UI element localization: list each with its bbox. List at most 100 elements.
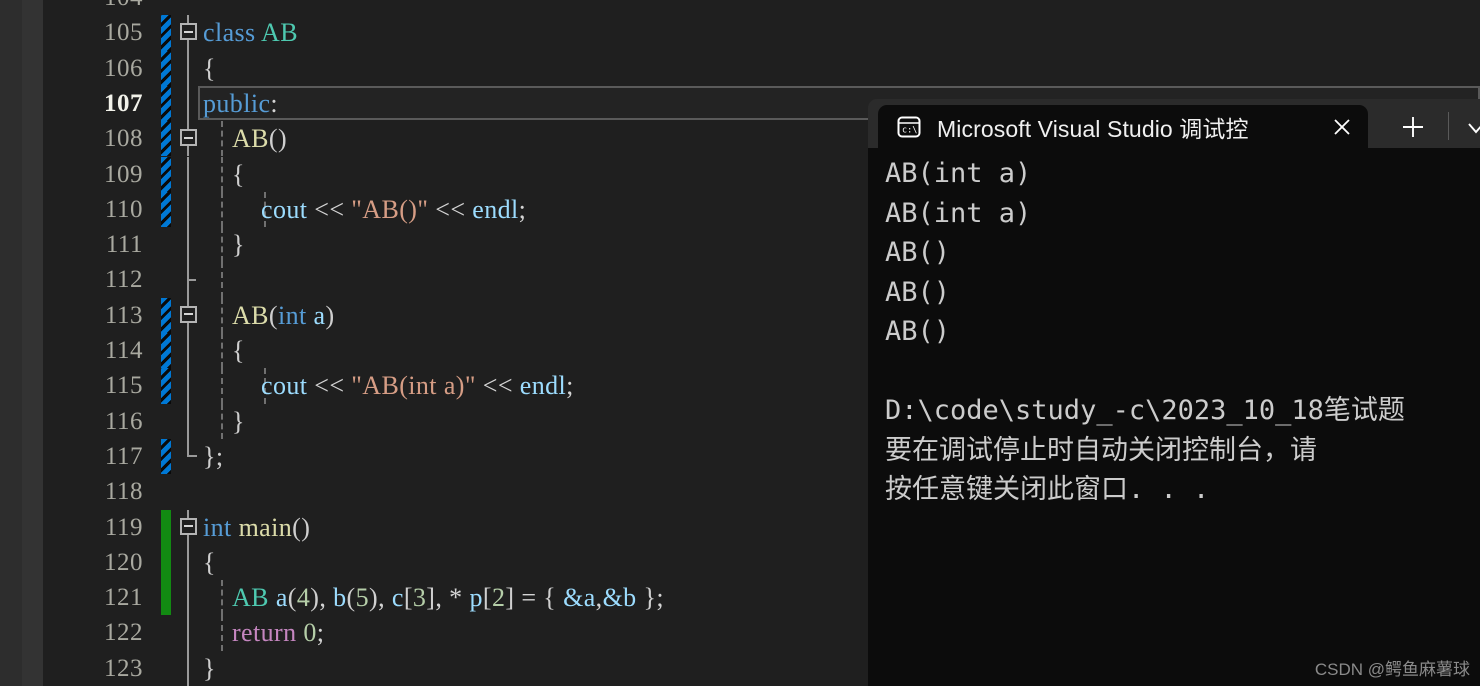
indent-guide bbox=[221, 580, 223, 616]
code-line-text: { bbox=[203, 545, 216, 580]
code-line[interactable]: 104 bbox=[43, 0, 1480, 15]
code-token: << bbox=[428, 194, 473, 224]
code-token: : bbox=[270, 88, 279, 118]
code-token: 2 bbox=[491, 583, 506, 613]
indent-guide bbox=[221, 191, 223, 228]
editor-left-margin-strip bbox=[0, 0, 22, 686]
code-token: &a bbox=[563, 583, 596, 613]
code-token: cout bbox=[261, 371, 315, 401]
indent-guide bbox=[221, 297, 223, 333]
code-line[interactable]: 106 { bbox=[43, 50, 1480, 86]
fold-collapse-icon[interactable] bbox=[180, 517, 197, 535]
code-line-text: { bbox=[203, 51, 216, 86]
code-token: << bbox=[475, 371, 520, 401]
code-token: 5 bbox=[355, 583, 369, 613]
code-token: int bbox=[203, 512, 232, 542]
line-number: 114 bbox=[104, 337, 143, 364]
fold-tree-line bbox=[187, 368, 189, 404]
code-line-text: }; bbox=[203, 439, 224, 474]
code-token: { bbox=[203, 53, 216, 83]
new-tab-icon[interactable] bbox=[1392, 109, 1434, 145]
code-token: ( bbox=[346, 583, 356, 613]
console-output-line: AB() bbox=[885, 316, 951, 347]
code-line-text: { bbox=[232, 157, 245, 192]
code-line[interactable]: 105 class AB bbox=[43, 15, 1480, 51]
line-number: 111 bbox=[105, 231, 143, 259]
line-number: 117 bbox=[104, 442, 143, 470]
code-line-text: AB a(4), b(5), c[3], * p[2] = { &a,&b }; bbox=[232, 580, 664, 615]
editor-breakpoint-gutter[interactable] bbox=[22, 0, 43, 686]
fold-tree-line bbox=[187, 333, 189, 369]
line-number: 112 bbox=[104, 266, 143, 294]
indent-guide bbox=[221, 156, 223, 192]
code-token: , bbox=[595, 583, 603, 613]
line-number: 122 bbox=[104, 619, 143, 647]
code-token: int bbox=[277, 300, 307, 330]
fold-collapse-icon[interactable] bbox=[180, 129, 197, 147]
unsaved-change-bar bbox=[161, 191, 171, 228]
chevron-down-icon[interactable] bbox=[1458, 109, 1480, 145]
code-token: 0 bbox=[303, 618, 317, 648]
code-line-text: class AB bbox=[203, 15, 298, 50]
fold-tree-line bbox=[187, 85, 189, 122]
fold-collapse-icon[interactable] bbox=[180, 305, 197, 323]
console-title-bar[interactable]: c:\ Microsoft Visual Studio 调试控 bbox=[868, 99, 1480, 148]
code-token: c bbox=[391, 583, 404, 613]
code-token: ) bbox=[310, 583, 320, 613]
code-token: { bbox=[203, 547, 216, 577]
code-token: [ bbox=[403, 583, 413, 613]
line-number: 118 bbox=[104, 478, 143, 506]
console-output[interactable]: AB(int a) AB(int a) AB() AB() AB() D:\code\s… bbox=[868, 148, 1480, 686]
console-output-line: AB() bbox=[885, 276, 951, 308]
code-line-text: return 0; bbox=[232, 615, 324, 650]
code-token: ] bbox=[426, 583, 436, 613]
code-token: ; bbox=[316, 618, 325, 648]
line-number: 108 bbox=[104, 125, 143, 153]
fold-collapse-icon[interactable] bbox=[180, 23, 197, 41]
code-line-text: AB() bbox=[232, 121, 287, 156]
fold-tree-line bbox=[187, 403, 189, 439]
indent-guide bbox=[221, 121, 223, 157]
console-window[interactable]: c:\ Microsoft Visual Studio 调试控 AB(int a… bbox=[868, 99, 1480, 686]
console-output-line: AB(int a) bbox=[885, 158, 1032, 189]
console-tab[interactable]: c:\ Microsoft Visual Studio 调试控 bbox=[878, 105, 1368, 148]
close-icon[interactable] bbox=[1326, 111, 1358, 143]
code-token: ( bbox=[268, 300, 278, 330]
code-token: = bbox=[514, 583, 544, 613]
code-token: main bbox=[238, 512, 293, 542]
code-token: 4 bbox=[296, 583, 311, 613]
line-number: 106 bbox=[104, 54, 143, 82]
code-line-text: } bbox=[232, 227, 245, 262]
code-token: ( bbox=[287, 583, 297, 613]
fold-tree-line bbox=[187, 580, 189, 616]
code-token: p bbox=[469, 583, 483, 613]
svg-text:c:\: c:\ bbox=[902, 125, 917, 135]
code-token: endl bbox=[472, 194, 519, 224]
console-output-line: D:\code\study_-c\2023_10_18笔试题 bbox=[885, 395, 1405, 426]
line-number: 105 bbox=[104, 19, 143, 47]
line-number: 113 bbox=[104, 301, 143, 329]
code-token: } bbox=[203, 653, 216, 683]
fold-tree-line bbox=[187, 262, 196, 298]
code-token: , bbox=[378, 583, 392, 613]
code-token: } bbox=[232, 230, 245, 260]
fold-tree-line bbox=[187, 615, 189, 651]
code-token: << bbox=[314, 371, 352, 401]
fold-tree-end bbox=[187, 454, 197, 457]
line-number: 123 bbox=[104, 654, 143, 682]
indent-guide bbox=[221, 262, 223, 298]
code-token: () bbox=[268, 124, 288, 154]
fold-tree-line bbox=[187, 227, 189, 263]
console-output-line: AB(int a) bbox=[885, 197, 1032, 229]
unsaved-change-bar bbox=[161, 156, 171, 192]
code-token: "AB(int a)" bbox=[351, 371, 476, 401]
line-number: 121 bbox=[104, 584, 143, 612]
code-token: return bbox=[232, 618, 297, 648]
fold-tree-line bbox=[187, 650, 189, 686]
fold-tree-line bbox=[187, 156, 189, 192]
fold-tree-line bbox=[187, 191, 189, 228]
unsaved-change-bar bbox=[161, 121, 171, 157]
